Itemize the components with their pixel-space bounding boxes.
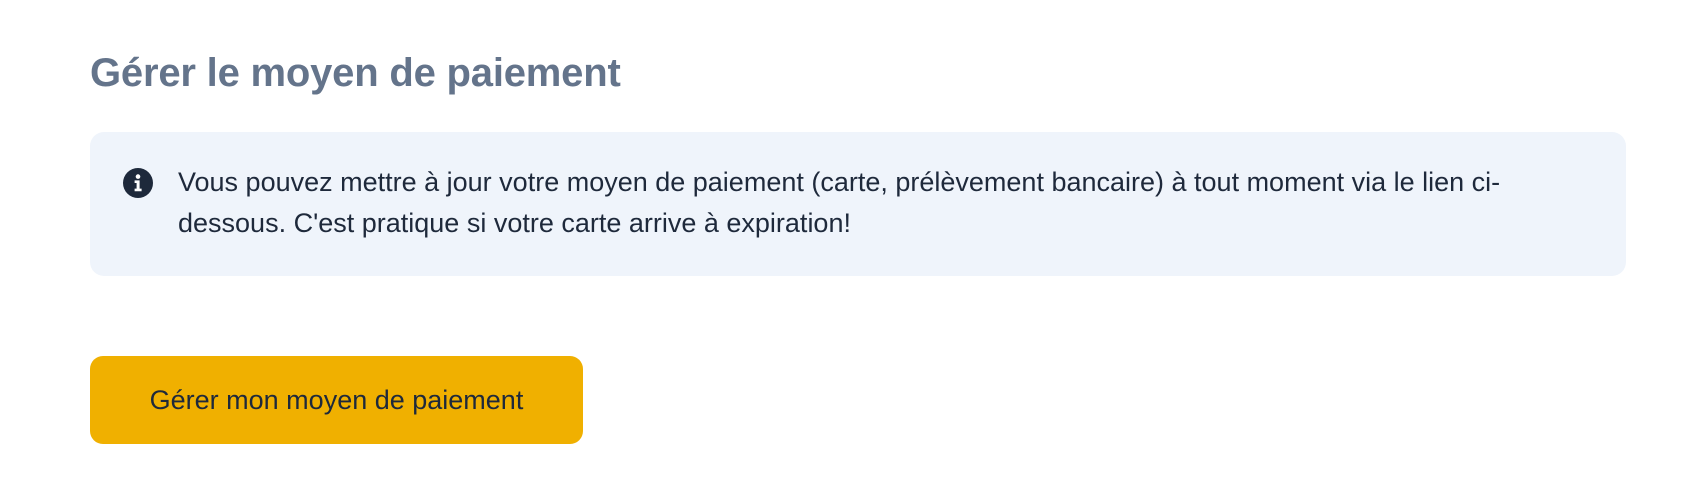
info-message: Vous pouvez mettre à jour votre moyen de… (178, 167, 1501, 238)
manage-payment-method-button[interactable]: Gérer mon moyen de paiement (90, 356, 583, 444)
info-icon (123, 168, 153, 198)
info-callout: Vous pouvez mettre à jour votre moyen de… (90, 132, 1626, 276)
page-title: Gérer le moyen de paiement (90, 51, 621, 95)
payment-method-section: Gérer le moyen de paiement Vous pouvez m… (0, 0, 1708, 492)
